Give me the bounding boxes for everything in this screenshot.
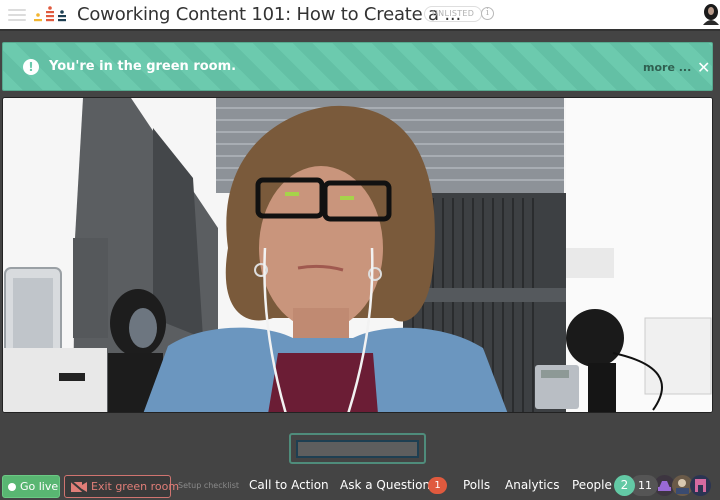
go-live-button[interactable]: Go live [2,475,60,498]
hamburger-icon[interactable] [8,9,26,21]
banner-message: You're in the green room. [49,59,237,74]
exclamation-icon: ! [23,59,39,75]
video-feed [2,97,713,413]
ask-a-question-tab[interactable]: Ask a Question [340,478,430,492]
green-room-banner: ! You're in the green room. more ... ✕ [2,42,713,91]
visibility-badge: UNLISTED [424,6,483,22]
people-tab[interactable]: People [572,478,612,492]
video-preview-tile[interactable] [289,433,426,464]
exit-green-room-label: Exit green room [91,480,180,493]
webcam-image [3,98,712,412]
close-icon[interactable]: ✕ [697,58,710,77]
attendee-avatar-3[interactable] [690,475,711,496]
preview-placeholder [296,440,419,458]
user-avatar[interactable] [701,3,720,25]
more-link[interactable]: more ... [643,61,691,74]
people-online-badge: 2 [614,475,635,496]
go-live-label: Go live [20,480,59,493]
analytics-tab[interactable]: Analytics [505,478,560,492]
exit-green-room-button[interactable]: Exit green room [64,475,179,498]
polls-tab[interactable]: Polls [463,478,490,492]
camera-off-icon [71,481,87,493]
call-to-action-tab[interactable]: Call to Action [249,478,329,492]
crowdcast-logo-icon[interactable] [34,6,66,23]
top-bar: Coworking Content 101: How to Create a .… [0,0,720,31]
bottom-toolbar: Go live Exit green room Setup checklist … [0,473,720,500]
setup-checklist-link[interactable]: Setup checklist [178,481,239,490]
event-title: Coworking Content 101: How to Create a .… [77,4,461,25]
live-dot-icon [8,482,16,491]
questions-count-badge: 1 [428,477,447,494]
info-icon[interactable]: i [481,7,494,20]
attendee-avatar-3-icon [695,479,706,492]
